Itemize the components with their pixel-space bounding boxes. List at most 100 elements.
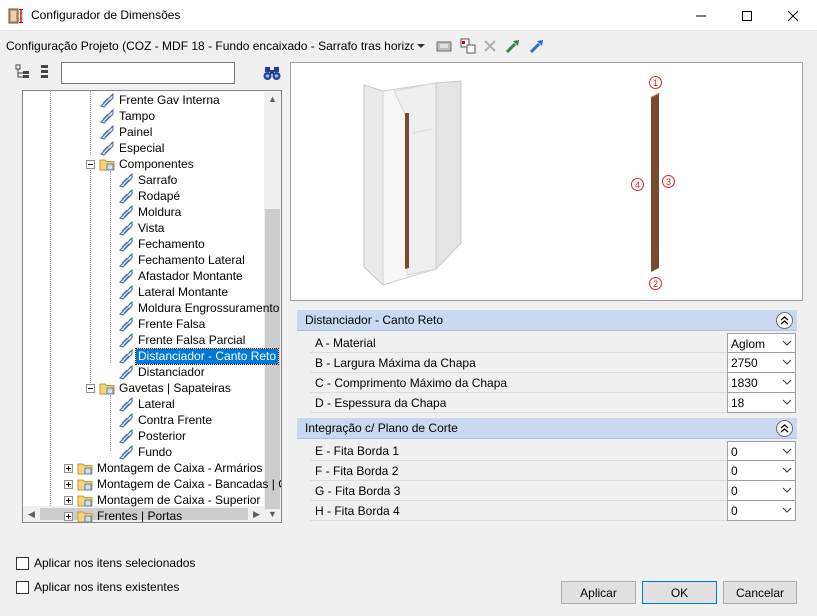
config-selector[interactable]: Configuração Projeto (COZ - MDF 18 - Fun…: [6, 38, 436, 54]
copy-config-button[interactable]: [458, 36, 478, 56]
part-icon: [119, 268, 133, 284]
tree-item-montagem-bancadas[interactable]: Montagem de Caixa - Bancadas | C: [64, 476, 281, 492]
collapse-node-icon[interactable]: [86, 383, 95, 393]
tree-item-frente-falsa[interactable]: Frente Falsa: [118, 316, 207, 332]
tree-item-montagem-armarios[interactable]: Montagem de Caixa - Armários: [64, 460, 264, 476]
tree-item-fechamento-lateral[interactable]: Fechamento Lateral: [118, 252, 247, 268]
prop-label: G - Fita Borda 3: [315, 484, 401, 498]
collapse-node-icon[interactable]: [86, 159, 95, 169]
part-icon: [119, 220, 133, 236]
find-binoculars-icon[interactable]: [263, 64, 281, 82]
tree-item-lateral[interactable]: Lateral: [118, 396, 177, 412]
chevron-down-icon: [782, 340, 792, 346]
apply-button[interactable]: Aplicar: [561, 581, 636, 604]
tree-item-rodape[interactable]: Rodapé: [118, 188, 182, 204]
tree-item-distanciador-canto-reto[interactable]: Distanciador - Canto Reto: [118, 347, 280, 365]
tree-item-moldura-engrossuramento[interactable]: Moldura Engrossuramento: [118, 300, 281, 316]
chevron-down-icon: [782, 359, 792, 365]
tree-item-componentes[interactable]: Componentes: [86, 156, 196, 172]
expand-node-icon[interactable]: [64, 463, 73, 473]
expand-node-icon[interactable]: [64, 479, 73, 489]
tree-item-vista[interactable]: Vista: [118, 220, 166, 236]
chevron-down-icon[interactable]: [414, 38, 428, 54]
part-icon: [119, 348, 133, 364]
tree-item-lateral-montante[interactable]: Lateral Montante: [118, 284, 230, 300]
tree-item-fechamento[interactable]: Fechamento: [118, 236, 207, 252]
prop-label: A - Material: [315, 336, 376, 350]
tree-item-tampo[interactable]: Tampo: [99, 108, 157, 124]
collapse-all-icon[interactable]: [38, 63, 52, 81]
part-icon: [119, 252, 133, 268]
group-header-integracao[interactable]: Integração c/ Plano de Corte: [297, 418, 797, 439]
prop-value: 0: [731, 464, 738, 478]
tree-item-especial[interactable]: Especial: [99, 140, 166, 156]
part-icon: [119, 236, 133, 252]
prop-value: Aglom: [731, 337, 766, 351]
espessura-select[interactable]: 18: [727, 393, 796, 413]
tree-item-frentes-portas[interactable]: Frentes | Portas: [64, 508, 184, 522]
cancel-button[interactable]: Cancelar: [723, 581, 797, 604]
checkbox-label: Aplicar nos itens existentes: [34, 580, 180, 594]
import-config-button[interactable]: [503, 36, 523, 56]
export-config-button[interactable]: [527, 36, 547, 56]
fita-borda-4-select[interactable]: 0: [727, 501, 796, 521]
folder-icon: [77, 479, 93, 491]
tree-item-contra-frente[interactable]: Contra Frente: [118, 412, 214, 428]
component-tree[interactable]: ▲ ▼ ◀ ▶ Frente Gav Interna Tampo Painel …: [22, 90, 282, 523]
comprimento-select[interactable]: 1830: [727, 373, 796, 393]
tree-item-painel[interactable]: Painel: [99, 124, 154, 140]
minimize-button[interactable]: [678, 0, 724, 31]
fita-borda-1-select[interactable]: 0: [727, 441, 796, 461]
scroll-up-icon[interactable]: ▲: [264, 91, 281, 107]
scroll-down-icon[interactable]: ▼: [264, 506, 281, 522]
prop-value: 0: [731, 484, 738, 498]
tree-item-frente-falsa-parcial[interactable]: Frente Falsa Parcial: [118, 332, 247, 348]
chevron-down-icon: [782, 507, 792, 513]
tree-item-fundo[interactable]: Fundo: [118, 444, 174, 460]
tree-item-sarrafo[interactable]: Sarrafo: [118, 172, 179, 188]
close-button[interactable]: [770, 0, 816, 31]
tree-item-frente-gav-interna[interactable]: Frente Gav Interna: [99, 92, 222, 108]
tree-item-posterior[interactable]: Posterior: [118, 428, 188, 444]
delete-config-button[interactable]: [480, 36, 500, 56]
collapse-group-button[interactable]: [776, 420, 793, 437]
maximize-icon: [742, 10, 752, 21]
tree-item-distanciador[interactable]: Distanciador: [118, 364, 207, 380]
expand-all-icon[interactable]: [14, 63, 32, 81]
apply-existing-checkbox[interactable]: Aplicar nos itens existentes: [16, 579, 179, 595]
largura-select[interactable]: 2750: [727, 353, 796, 373]
prop-row-largura: B - Largura Máxima da Chapa 2750: [310, 353, 796, 373]
collapse-group-button[interactable]: [776, 312, 793, 329]
expand-node-icon[interactable]: [64, 495, 73, 505]
chevron-up-double-icon: [780, 316, 789, 325]
tree-search-input[interactable]: [61, 62, 235, 84]
ok-button[interactable]: OK: [642, 581, 717, 604]
scroll-left-icon[interactable]: ◀: [23, 506, 40, 522]
checkbox-label: Aplicar nos itens selecionados: [34, 556, 196, 570]
tree-item-gavetas-sapateiras[interactable]: Gavetas | Sapateiras: [86, 380, 233, 396]
part-icon: [100, 140, 114, 156]
window-title: Configurador de Dimensões: [31, 8, 181, 22]
fita-borda-3-select[interactable]: 0: [727, 481, 796, 501]
tree-item-afastador-montante[interactable]: Afastador Montante: [118, 268, 245, 284]
tree-item-montagem-superior[interactable]: Montagem de Caixa - Superior: [64, 492, 262, 508]
fita-borda-2-select[interactable]: 0: [727, 461, 796, 481]
chevron-down-icon: [782, 379, 792, 385]
tree-item-moldura[interactable]: Moldura: [118, 204, 183, 220]
checkbox-box[interactable]: [16, 580, 29, 594]
maximize-button[interactable]: [724, 0, 770, 31]
expand-node-icon[interactable]: [64, 511, 73, 521]
prop-row-fita-borda-4: H - Fita Borda 4 0: [310, 501, 796, 521]
export-icon: [529, 40, 543, 54]
app-icon: [8, 8, 23, 24]
import-icon: [505, 40, 519, 54]
title-bar: Configurador de Dimensões: [0, 0, 817, 31]
copy-config-icon: [460, 38, 476, 54]
part-icon: [119, 204, 133, 220]
checkbox-box[interactable]: [16, 556, 29, 570]
group-header-distanciador[interactable]: Distanciador - Canto Reto: [297, 310, 797, 331]
material-select[interactable]: Aglom: [727, 333, 796, 353]
scroll-right-icon[interactable]: ▶: [248, 506, 265, 522]
save-config-button[interactable]: [434, 36, 454, 56]
apply-selected-checkbox[interactable]: Aplicar nos itens selecionados: [16, 555, 195, 571]
